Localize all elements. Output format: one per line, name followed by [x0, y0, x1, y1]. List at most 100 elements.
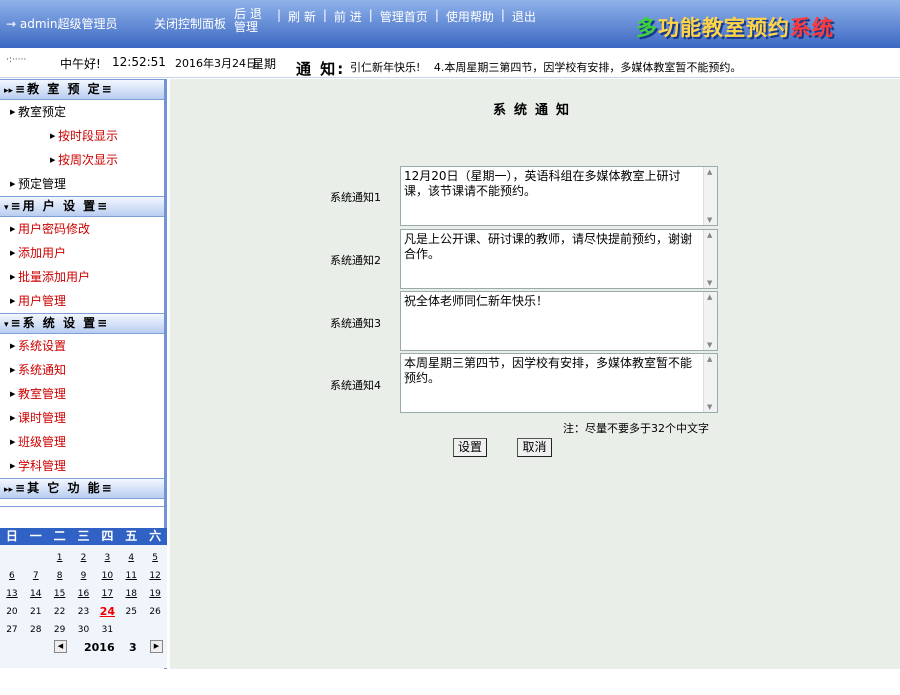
- calendar-day[interactable]: 29: [48, 623, 72, 637]
- calendar-day[interactable]: 13: [0, 587, 24, 601]
- notice-textarea-1[interactable]: 12月20日（星期一），英语科组在多媒体教室上研讨课，该节课请不能预约。 ▲ ▼: [400, 166, 718, 226]
- calendar-day[interactable]: 17: [95, 587, 119, 601]
- calendar-day[interactable]: 3: [95, 551, 119, 565]
- collapse-icon: ▾: [4, 203, 9, 213]
- scroll-down-icon[interactable]: ▼: [707, 403, 712, 411]
- expand-icon: ▸▸: [4, 485, 14, 495]
- sidebar-item-by-time[interactable]: ▶ 按时段显示: [0, 124, 164, 148]
- calendar-day[interactable]: 21: [24, 605, 48, 619]
- calendar-day[interactable]: 27: [0, 623, 24, 637]
- sidebar-item-subject-manage[interactable]: ▶ 学科管理: [0, 454, 164, 478]
- calendar-day[interactable]: 11: [119, 569, 143, 583]
- sidebar-item-period-manage[interactable]: ▶ 课时管理: [0, 406, 164, 430]
- scroll-up-icon[interactable]: ▲: [707, 168, 712, 176]
- sidebar-footer: [0, 506, 164, 524]
- notice-text: 4.本周星期三第四节，因学校有安排，多媒体教室暂不能预约。: [433, 61, 742, 74]
- calendar-day[interactable]: 14: [24, 587, 48, 601]
- calendar-day[interactable]: 18: [119, 587, 143, 601]
- calendar-day: [143, 623, 167, 637]
- scrollbar[interactable]: ▲ ▼: [703, 354, 717, 412]
- calendar-day[interactable]: 8: [48, 569, 72, 583]
- calendar-day[interactable]: 4: [119, 551, 143, 565]
- current-user: → admin超级管理员: [6, 17, 118, 31]
- calendar-weekday-header: 日 一 二 三 四 五 六: [0, 528, 167, 545]
- section-other-functions[interactable]: ▸▸ ≡其 它 功 能≡: [0, 478, 164, 499]
- close-panel-link[interactable]: 关闭控制面板: [154, 15, 226, 32]
- scroll-down-icon[interactable]: ▼: [707, 279, 712, 287]
- sidebar-item-by-week[interactable]: ▶ 按周次显示: [0, 148, 164, 172]
- scroll-up-icon[interactable]: ▲: [707, 355, 712, 363]
- bullet-icon: ▶: [10, 180, 16, 188]
- notice-textarea-3[interactable]: 祝全体老师同仁新年快乐！ ▲ ▼: [400, 291, 718, 351]
- calendar-day[interactable]: 25: [119, 605, 143, 619]
- scrollbar[interactable]: ▲ ▼: [703, 230, 717, 288]
- nav-refresh-button[interactable]: 刷 新: [288, 8, 316, 34]
- next-month-icon[interactable]: ▶: [150, 640, 163, 653]
- sidebar-item-room-booking[interactable]: ▶ 教室预定: [0, 100, 164, 124]
- section-room-booking[interactable]: ▸▸ ≡教 室 预 定≡: [0, 79, 164, 100]
- textarea-value: 12月20日（星期一），英语科组在多媒体教室上研讨课，该节课请不能预约。: [404, 169, 681, 198]
- sidebar-item-class-manage[interactable]: ▶ 班级管理: [0, 430, 164, 454]
- nav-separator: |: [322, 8, 327, 22]
- calendar-day[interactable]: 16: [72, 587, 96, 601]
- scrollbar[interactable]: ▲ ▼: [703, 167, 717, 225]
- calendar-day[interactable]: 24: [95, 605, 119, 619]
- sidebar-item-label: 班级管理: [18, 435, 67, 449]
- sidebar-item-label: 用户密码修改: [18, 222, 91, 236]
- nav-separator: |: [368, 8, 373, 22]
- sidebar-item-user-manage[interactable]: ▶ 用户管理: [0, 289, 164, 313]
- sidebar-item-booking-manage[interactable]: ▶ 预定管理: [0, 172, 164, 196]
- scroll-up-icon[interactable]: ▲: [707, 293, 712, 301]
- scroll-down-icon[interactable]: ▼: [707, 216, 712, 224]
- calendar-day[interactable]: 1: [48, 551, 72, 565]
- calendar-day[interactable]: 10: [95, 569, 119, 583]
- notice-textarea-4[interactable]: 本周星期三第四节，因学校有安排，多媒体教室暂不能预约。 ▲ ▼: [400, 353, 718, 413]
- sidebar-item-batch-add-user[interactable]: ▶ 批量添加用户: [0, 265, 164, 289]
- calendar-day[interactable]: 20: [0, 605, 24, 619]
- textarea-value: 祝全体老师同仁新年快乐！: [404, 294, 549, 308]
- section-system-settings[interactable]: ▾ ≡系 统 设 置≡: [0, 313, 164, 334]
- calendar-day[interactable]: 22: [48, 605, 72, 619]
- bullet-icon: ▶: [10, 366, 16, 374]
- sidebar-item-room-manage[interactable]: ▶ 教室管理: [0, 382, 164, 406]
- sidebar-item-system-settings[interactable]: ▶ 系统设置: [0, 334, 164, 358]
- calendar-day[interactable]: 7: [24, 569, 48, 583]
- prev-year-icon[interactable]: ◀: [54, 640, 67, 653]
- calendar-day[interactable]: 23: [72, 605, 96, 619]
- notice-textarea-2[interactable]: 凡是上公开课、研讨课的教师，请尽快提前预约，谢谢合作。 ▲ ▼: [400, 229, 718, 289]
- calendar-day[interactable]: 5: [143, 551, 167, 565]
- calendar-day[interactable]: 9: [72, 569, 96, 583]
- calendar-day[interactable]: 6: [0, 569, 24, 583]
- bullet-icon: ▶: [10, 249, 16, 257]
- nav-help-button[interactable]: 使用帮助: [446, 8, 494, 34]
- status-bar: ·:····· 中午好! 12:52:51 2016年3月24日 星期 通 知:…: [0, 50, 900, 78]
- nav-forward-button[interactable]: 前 进: [334, 8, 362, 34]
- calendar-day[interactable]: 2: [72, 551, 96, 565]
- sidebar-item-label: 系统设置: [18, 339, 67, 353]
- weekday-label: 一: [29, 529, 42, 543]
- bullet-icon: ▶: [10, 438, 16, 446]
- scrollbar[interactable]: ▲ ▼: [703, 292, 717, 350]
- sidebar-item-add-user[interactable]: ▶ 添加用户: [0, 241, 164, 265]
- sidebar-item-label: 教室管理: [18, 387, 67, 401]
- cancel-button[interactable]: 取消: [517, 438, 552, 457]
- calendar-day[interactable]: 26: [143, 605, 167, 619]
- scroll-down-icon[interactable]: ▼: [707, 341, 712, 349]
- scroll-up-icon[interactable]: ▲: [707, 231, 712, 239]
- section-user-settings[interactable]: ▾ ≡用 户 设 置≡: [0, 196, 164, 217]
- calendar-day[interactable]: 12: [143, 569, 167, 583]
- nav-logout-button[interactable]: 退出: [512, 8, 536, 34]
- save-button[interactable]: 设置: [453, 438, 487, 457]
- calendar-day[interactable]: 15: [48, 587, 72, 601]
- top-header: → admin超级管理员 关闭控制面板 后 退 管理 | 刷 新 | 前 进 |…: [0, 0, 900, 48]
- calendar-day[interactable]: 31: [95, 623, 119, 637]
- sidebar-item-change-password[interactable]: ▶ 用户密码修改: [0, 217, 164, 241]
- nav-home-button[interactable]: 管理首页: [380, 8, 428, 34]
- weather-icon: ·:·····: [6, 55, 27, 65]
- nav-back-button[interactable]: 后 退 管理: [234, 8, 270, 34]
- sidebar-item-system-notice[interactable]: ▶ 系统通知: [0, 358, 164, 382]
- greeting-text: 中午好!: [60, 57, 101, 71]
- calendar-day[interactable]: 30: [72, 623, 96, 637]
- calendar-day[interactable]: 28: [24, 623, 48, 637]
- calendar-day[interactable]: 19: [143, 587, 167, 601]
